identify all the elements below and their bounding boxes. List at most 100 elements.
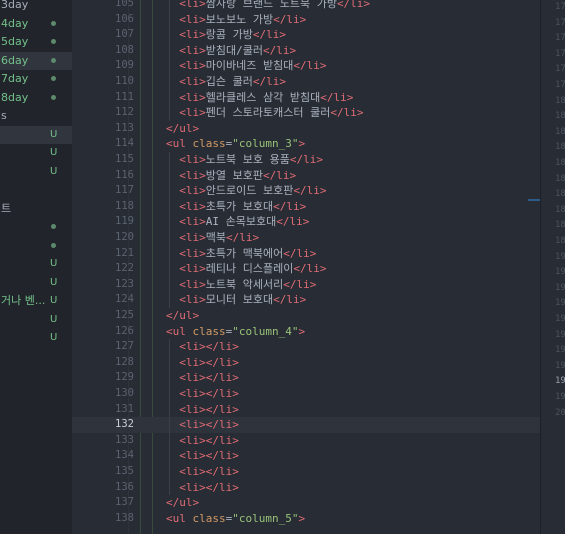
file-tree-item[interactable] <box>0 218 72 236</box>
code-line[interactable]: 105 <li>쌈사랑 브랜드 노트북 가방</li> <box>72 0 540 12</box>
code-text: <li>안드로이드 보호판</li> <box>166 183 326 199</box>
code-text: <li>펜더 스토라토캐스터 쿨러</li> <box>166 105 363 121</box>
code-text: <li>방열 보호판</li> <box>166 168 296 184</box>
code-line[interactable]: 115 <li>노트북 보호 용품</li> <box>72 152 540 168</box>
code-line[interactable]: 113 </ul> <box>72 121 540 137</box>
code-token: </li> <box>252 75 286 88</box>
code-line[interactable]: 126 <ul class="column_4"> <box>72 324 540 340</box>
right-pane-line-number: 17 <box>555 33 565 44</box>
code-line[interactable]: 112 <li>펜더 스토라토캐스터 쿨러</li> <box>72 105 540 121</box>
code-line[interactable]: 137 </ul> <box>72 495 540 511</box>
code-line[interactable]: 132 <li></li> <box>72 417 540 433</box>
file-tree-sidebar: 3day 4day 5day 6day 7day 8day s U U U 트 U U 거나 벤... U U… <box>0 0 72 534</box>
code-line[interactable]: 107 <li>랑콤 가방</li> <box>72 27 540 43</box>
code-text: <li></li> <box>166 464 239 480</box>
file-tree-item[interactable]: s <box>0 107 72 125</box>
scrollbar-marker[interactable] <box>528 199 540 201</box>
file-tree-item[interactable]: U <box>0 255 72 273</box>
code-line[interactable]: 117 <li>안드로이드 보호판</li> <box>72 183 540 199</box>
code-line[interactable]: 125 </ul> <box>72 308 540 324</box>
file-tree-item[interactable]: 4day <box>0 15 72 33</box>
untracked-status-badge: U <box>50 147 58 158</box>
code-line[interactable]: 119 <li>AI 손목보호대</li> <box>72 214 540 230</box>
file-tree-item[interactable]: U <box>0 125 72 144</box>
file-tree-item[interactable]: U <box>0 329 72 347</box>
code-token: <li> <box>179 90 206 104</box>
code-line[interactable]: 114 <ul class="column_3"> <box>72 136 540 152</box>
code-text: <li></li> <box>166 433 239 449</box>
code-line[interactable]: 111 <li>헬라클레스 삼각 받침대</li> <box>72 89 540 106</box>
right-pane-line-number: 18 <box>555 173 565 184</box>
code-line[interactable]: 133 <li></li> <box>72 432 540 449</box>
code-line[interactable]: 131 <li></li> <box>72 401 540 418</box>
file-tree-item[interactable]: 7day <box>0 70 72 88</box>
code-line[interactable]: 135 <li></li> <box>72 464 540 480</box>
untracked-status-badge: U <box>50 313 58 325</box>
code-editor[interactable]: 105 <li>쌈사랑 브랜드 노트북 가방</li> 106 <li>보노보노 … <box>72 0 540 534</box>
code-line[interactable]: 124 <li>모니터 보호대</li> <box>72 292 540 308</box>
file-tree-item[interactable]: U <box>0 144 72 162</box>
line-number: 109 <box>115 59 134 72</box>
code-line[interactable]: 136 <li></li> <box>72 479 540 496</box>
line-number: 121 <box>115 246 134 259</box>
code-token: 초특가 보호대 <box>205 199 274 213</box>
line-number: 124 <box>115 293 134 306</box>
code-token: </li> <box>273 293 307 307</box>
code-line[interactable]: 118 <li>초특가 보호대</li> <box>72 198 540 215</box>
code-token: </ul> <box>166 309 200 322</box>
line-number: 138 <box>115 511 134 524</box>
code-token: <li></li> <box>179 480 239 494</box>
code-token: </li> <box>336 0 371 10</box>
file-tree-item[interactable]: U <box>0 274 72 292</box>
line-number: 113 <box>115 121 134 134</box>
right-pane-line-number: 19 <box>555 329 565 340</box>
code-line[interactable]: 108 <li>받침대/쿨러</li> <box>72 42 540 59</box>
code-token: "column_4" <box>232 324 299 338</box>
code-token: <li></li> <box>179 340 239 354</box>
code-token: class <box>192 511 226 525</box>
file-tree-item[interactable]: U <box>0 163 72 181</box>
code-line[interactable]: 130 <li></li> <box>72 386 540 402</box>
file-tree-item[interactable]: 거나 벤... U <box>0 292 72 310</box>
code-token: <li></li> <box>179 355 239 369</box>
code-line[interactable]: 127 <li></li> <box>72 339 540 355</box>
code-token: </li> <box>289 153 323 166</box>
file-tree-item[interactable]: 3day <box>0 0 72 14</box>
code-token: 랑콤 가방 <box>205 28 253 42</box>
code-line[interactable]: 122 <li>레티나 디스플레이</li> <box>72 261 540 277</box>
code-line[interactable]: 134 <li></li> <box>72 448 540 464</box>
modified-status-icon <box>51 224 56 229</box>
code-token: 맥북 <box>205 231 226 244</box>
code-line[interactable]: 106 <li>보노보노 가방</li> <box>72 11 540 28</box>
code-line[interactable]: 116 <li>방열 보호판</li> <box>72 167 540 184</box>
code-line[interactable]: 129 <li></li> <box>72 370 540 386</box>
code-text: <li>깁슨 쿨러</li> <box>166 74 286 90</box>
code-line[interactable]: 121 <li>초특가 맥북에어</li> <box>72 245 540 262</box>
code-line[interactable]: 120 <li>맥북</li> <box>72 230 540 246</box>
untracked-status-badge: U <box>50 332 58 343</box>
code-token: 헬라클레스 삼각 받침대 <box>205 90 321 104</box>
file-tree-item[interactable]: U <box>0 311 72 329</box>
file-tree-item[interactable]: 트 <box>0 200 72 218</box>
code-text: <li>쌈사랑 브랜드 노트북 가방</li> <box>166 0 370 12</box>
code-line[interactable]: 110 <li>깁슨 쿨러</li> <box>72 74 540 90</box>
file-tree-item[interactable]: 5day <box>0 33 72 51</box>
right-pane-line-number: 19 <box>555 282 565 293</box>
file-tree-item[interactable] <box>0 181 72 199</box>
file-tree-item[interactable]: 6day <box>0 51 72 70</box>
code-text: <li>헬라클레스 삼각 받침대</li> <box>166 90 353 106</box>
code-line[interactable]: 138 <ul class="column_5"> <box>72 511 540 527</box>
code-text: <li>레티나 디스플레이</li> <box>166 261 326 277</box>
right-pane-line-number: 18 <box>555 204 565 215</box>
code-line[interactable]: 123 <li>노트북 악세서리</li> <box>72 276 540 293</box>
right-pane-line-number: 18 <box>555 111 565 122</box>
code-text: <ul class="column_5"> <box>166 511 305 527</box>
code-line[interactable]: 128 <li></li> <box>72 354 540 371</box>
file-tree-item[interactable] <box>0 237 72 255</box>
file-tree-item[interactable]: 8day <box>0 89 72 107</box>
code-line[interactable]: 109 <li>마이바네즈 받침대</li> <box>72 58 540 74</box>
